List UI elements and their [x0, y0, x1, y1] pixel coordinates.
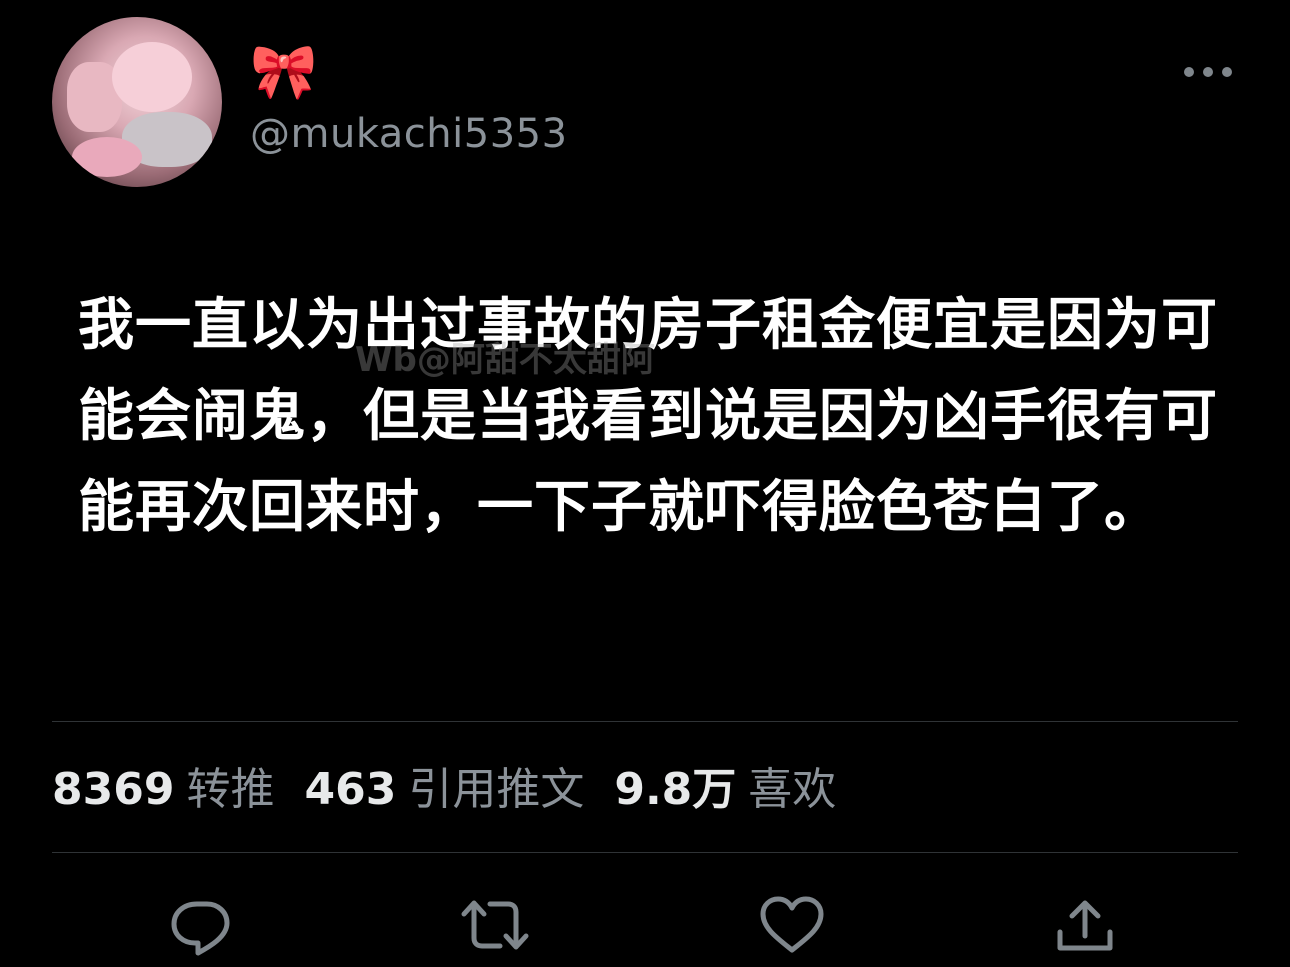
likes-count: 9.8万	[614, 764, 737, 815]
share-upload-icon	[1057, 900, 1113, 951]
tweet-text: 我一直以为出过事故的房子租金便宜是因为可能会闹鬼，但是当我看到说是因为凶手很有可…	[78, 293, 1218, 540]
retweet-button[interactable]	[460, 890, 530, 960]
heart-icon	[760, 896, 824, 953]
retweets-count: 8369	[52, 764, 175, 815]
likes-stat[interactable]: 9.8万 喜欢	[614, 762, 836, 818]
reply-bubble-icon	[171, 901, 230, 956]
action-bar	[0, 880, 1290, 967]
tweet-card: 🎀 @mukachi5353 我一直以为出过事故的房子租金便宜是因为可能会闹鬼，…	[0, 0, 1290, 967]
tweet-stats: 8369 转推 463 引用推文 9.8万 喜欢	[52, 760, 866, 820]
quotes-label: 引用推文	[408, 764, 585, 815]
retweets-label: 转推	[186, 764, 275, 815]
avatar-shape	[112, 42, 192, 112]
more-options-button[interactable]	[1180, 58, 1236, 86]
user-handle[interactable]: @mukachi5353	[250, 106, 568, 162]
quotes-count: 463	[304, 764, 397, 815]
avatar[interactable]	[52, 17, 222, 187]
like-button[interactable]	[757, 890, 827, 960]
likes-label: 喜欢	[748, 764, 837, 815]
quotes-stat[interactable]: 463 引用推文	[304, 762, 584, 818]
more-dots-icon	[1184, 67, 1194, 77]
retweets-stat[interactable]: 8369 转推	[52, 762, 274, 818]
share-button[interactable]	[1050, 890, 1120, 960]
reply-button[interactable]	[167, 890, 237, 960]
avatar-shape	[72, 137, 142, 177]
more-dots-icon	[1203, 67, 1213, 77]
divider	[52, 721, 1238, 722]
retweet-arrows-icon	[461, 900, 529, 950]
divider	[52, 852, 1238, 853]
more-dots-icon	[1222, 67, 1232, 77]
display-name[interactable]: 🎀	[250, 40, 317, 104]
watermark: Wb@阿甜不太甜阿	[355, 340, 655, 380]
